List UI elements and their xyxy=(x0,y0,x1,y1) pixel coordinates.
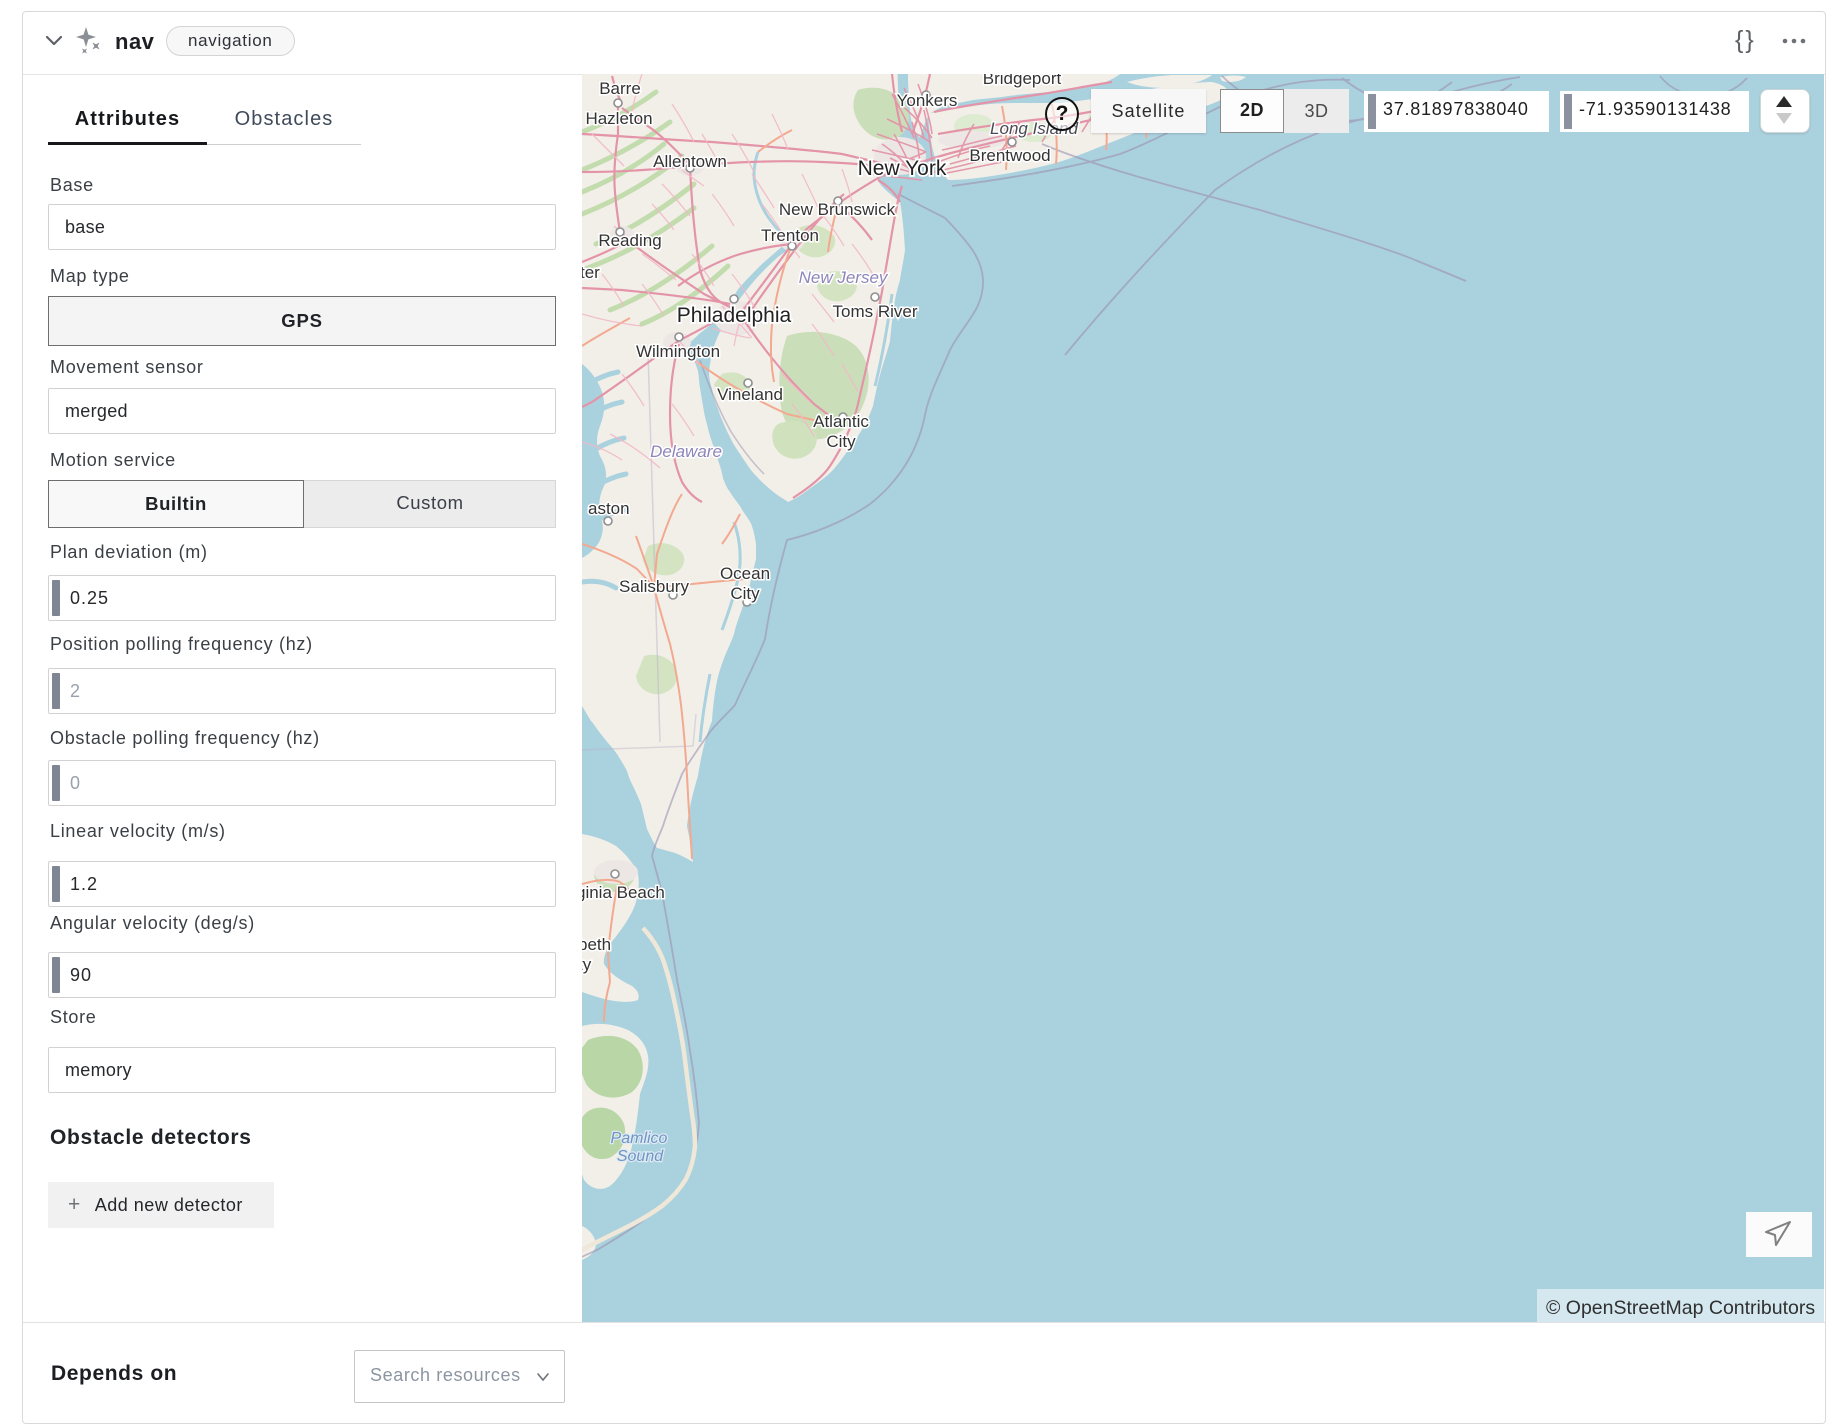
svg-text:ter: ter xyxy=(582,263,600,282)
svg-text:Barre: Barre xyxy=(599,79,641,98)
svg-text:Toms River: Toms River xyxy=(832,302,917,321)
svg-text:aston: aston xyxy=(588,499,630,518)
svg-text:Yonkers: Yonkers xyxy=(897,91,958,110)
svg-text:ginia Beach: ginia Beach xyxy=(582,883,665,902)
svg-text:Pamlico: Pamlico xyxy=(611,1130,668,1147)
svg-text:Wilmington: Wilmington xyxy=(636,342,720,361)
svg-text:Atlantic: Atlantic xyxy=(813,412,869,431)
svg-text:© OpenStreetMap Contributors: © OpenStreetMap Contributors xyxy=(1546,1297,1815,1319)
svg-text:New York: New York xyxy=(858,157,947,180)
svg-text:Brentwood: Brentwood xyxy=(969,146,1050,165)
svg-text:New Jersey: New Jersey xyxy=(799,268,889,287)
svg-text:Salisbury: Salisbury xyxy=(619,577,689,596)
svg-text:Philadelphia: Philadelphia xyxy=(677,304,792,327)
svg-text:ty: ty xyxy=(582,955,592,974)
svg-text:Reading: Reading xyxy=(598,231,661,250)
svg-text:Trenton: Trenton xyxy=(761,226,819,245)
svg-text:Ocean: Ocean xyxy=(720,564,770,583)
svg-text:Sound: Sound xyxy=(617,1148,664,1165)
svg-text:New Brunswick: New Brunswick xyxy=(779,200,896,219)
svg-text:City: City xyxy=(730,584,760,603)
svg-text:Vineland: Vineland xyxy=(717,385,783,404)
svg-text:City: City xyxy=(826,432,856,451)
svg-text:Hazleton: Hazleton xyxy=(585,109,652,128)
svg-text:Bridgeport: Bridgeport xyxy=(983,74,1062,88)
svg-text:beth: beth xyxy=(582,935,611,954)
svg-text:Allentown: Allentown xyxy=(653,152,727,171)
svg-text:Delaware: Delaware xyxy=(650,442,722,461)
